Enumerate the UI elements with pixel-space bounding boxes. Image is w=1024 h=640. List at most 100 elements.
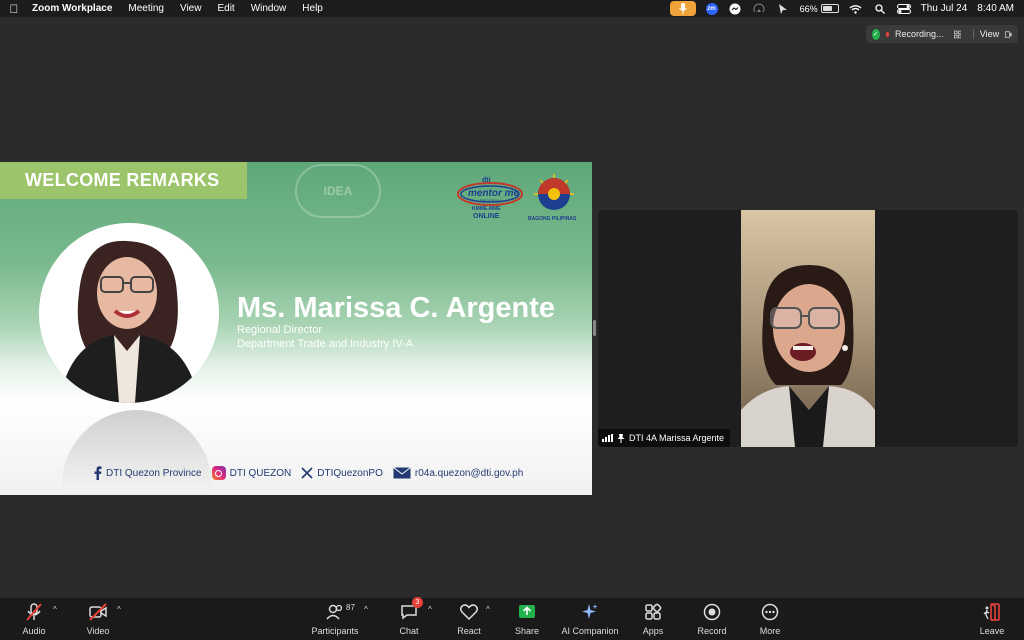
- react-options-chevron-icon[interactable]: ^: [486, 605, 490, 614]
- video-label: Video: [86, 626, 110, 636]
- recording-dot-icon: [885, 31, 889, 37]
- leave-button[interactable]: Leave: [975, 600, 1009, 638]
- speaker-portrait-image: [39, 223, 219, 403]
- react-button[interactable]: React: [452, 600, 486, 638]
- mic-in-use-icon[interactable]: [669, 1, 696, 16]
- mentor-online-text: ONLINE: [473, 213, 500, 220]
- facebook-label: DTI Quezon Province: [106, 467, 202, 479]
- control-center-icon[interactable]: [896, 2, 911, 16]
- wifi-icon[interactable]: [849, 2, 863, 16]
- mentor-program-text: PROGRAM: [480, 198, 501, 203]
- apps-label: Apps: [642, 626, 664, 636]
- connection-signal-icon: [602, 434, 613, 442]
- battery-icon: [820, 4, 839, 13]
- mentor-sub-text: KMME-MME: [472, 206, 501, 212]
- ai-companion-button[interactable]: AI Companion: [558, 600, 622, 638]
- video-off-icon: [89, 603, 107, 621]
- split-view-drag-handle[interactable]: [593, 320, 596, 336]
- menu-help[interactable]: Help: [294, 0, 331, 17]
- audio-button[interactable]: Audio: [16, 600, 52, 638]
- speaker-role: Regional Director: [237, 324, 322, 336]
- more-button[interactable]: More: [753, 600, 787, 638]
- speaker-name: Ms. Marissa C. Argente: [237, 292, 556, 324]
- record-label: Record: [697, 626, 727, 636]
- menubar-time[interactable]: 8:40 AM: [977, 3, 1014, 14]
- menu-edit[interactable]: Edit: [209, 0, 242, 17]
- pin-icon: [617, 433, 625, 443]
- menu-meeting[interactable]: Meeting: [120, 0, 172, 17]
- email-icon: [393, 467, 411, 479]
- ai-companion-label: AI Companion: [561, 626, 619, 636]
- react-label: React: [457, 626, 481, 636]
- email-link: r04a.quezon@dti.gov.ph: [393, 467, 523, 479]
- shared-screen-slide[interactable]: IDEA WELCOME REMARKS dti mentor me PROGR…: [0, 162, 592, 495]
- social-links-row: DTI Quezon Province DTI QUEZON DTIQuezon…: [94, 466, 523, 480]
- record-button[interactable]: Record: [694, 600, 730, 638]
- x-link: DTIQuezonPO: [301, 467, 383, 479]
- apps-button[interactable]: Apps: [636, 600, 670, 638]
- video-options-chevron-icon[interactable]: ^: [117, 605, 121, 614]
- video-button[interactable]: Video: [80, 600, 116, 638]
- view-layout-icon[interactable]: [1005, 30, 1012, 39]
- participant-video-feed: [741, 210, 875, 447]
- participant-video-tile[interactable]: DTI 4A Marissa Argente: [598, 210, 1018, 447]
- slide-banner: WELCOME REMARKS: [0, 162, 247, 199]
- encryption-shield-icon[interactable]: ✓: [872, 28, 880, 40]
- bagong-pilipinas-logo: BAGONG PILIPINAS: [528, 174, 577, 222]
- more-label: More: [759, 626, 781, 636]
- airplay-icon[interactable]: [752, 2, 766, 16]
- battery-indicator[interactable]: 66%: [800, 4, 839, 14]
- record-icon: [703, 603, 721, 621]
- battery-percent: 66%: [799, 3, 818, 14]
- audio-options-chevron-icon[interactable]: ^: [53, 605, 57, 614]
- instagram-icon: [211, 466, 226, 480]
- menubar-date[interactable]: Thu Jul 24: [921, 3, 968, 14]
- email-label: r04a.quezon@dti.gov.ph: [414, 467, 524, 479]
- zoom-tray-icon[interactable]: zm: [705, 2, 718, 15]
- divider: [973, 29, 974, 39]
- apps-icon: [645, 603, 662, 620]
- participants-options-chevron-icon[interactable]: ^: [364, 605, 368, 614]
- participants-count: 87: [346, 603, 355, 612]
- messenger-icon[interactable]: [728, 2, 742, 16]
- participants-label: Participants: [311, 626, 359, 636]
- speaker-photo: [39, 223, 219, 403]
- menu-view[interactable]: View: [172, 0, 210, 17]
- participants-icon: [326, 604, 343, 620]
- heart-icon: [459, 604, 479, 621]
- recording-status-bar: ✓ Recording... View: [866, 25, 1018, 43]
- audio-label: Audio: [22, 626, 46, 636]
- menu-bar:  Zoom Workplace Meeting View Edit Windo…: [0, 0, 1024, 17]
- mic-muted-icon: [26, 603, 42, 621]
- cursor-icon[interactable]: [776, 2, 790, 16]
- chat-label: Chat: [399, 626, 419, 636]
- grid-view-icon[interactable]: [953, 29, 962, 40]
- x-icon: [301, 467, 313, 479]
- participant-camera-image: [741, 210, 875, 447]
- bagong-text: BAGONG PILIPINAS: [528, 216, 577, 222]
- view-button[interactable]: View: [980, 29, 999, 39]
- leave-label: Leave: [979, 626, 1005, 636]
- share-label: Share: [514, 626, 540, 636]
- recording-label[interactable]: Recording...: [895, 29, 944, 39]
- apple-icon[interactable]: : [0, 2, 28, 16]
- facebook-icon: [94, 466, 102, 480]
- idea-watermark: IDEA: [295, 164, 381, 218]
- chat-unread-badge: 3: [412, 597, 423, 608]
- sparkle-icon: [582, 604, 598, 619]
- more-icon: [761, 603, 779, 621]
- share-screen-icon: [519, 605, 535, 618]
- participants-button[interactable]: Participants: [306, 600, 364, 638]
- menu-app-name[interactable]: Zoom Workplace: [28, 0, 120, 17]
- chat-options-chevron-icon[interactable]: ^: [428, 605, 432, 614]
- menu-window[interactable]: Window: [243, 0, 295, 17]
- speaker-department: Department Trade and Industry IV-A: [237, 338, 414, 350]
- instagram-label: DTI QUEZON: [229, 467, 292, 479]
- mentor-dti-text: dti: [482, 177, 491, 184]
- participant-name: DTI 4A Marissa Argente: [629, 433, 725, 443]
- instagram-link: DTI QUEZON: [211, 466, 292, 480]
- spotlight-search-icon[interactable]: [873, 2, 887, 16]
- x-label: DTIQuezonPO: [317, 467, 383, 479]
- share-button[interactable]: Share: [510, 600, 544, 638]
- participant-name-tag: DTI 4A Marissa Argente: [598, 429, 731, 447]
